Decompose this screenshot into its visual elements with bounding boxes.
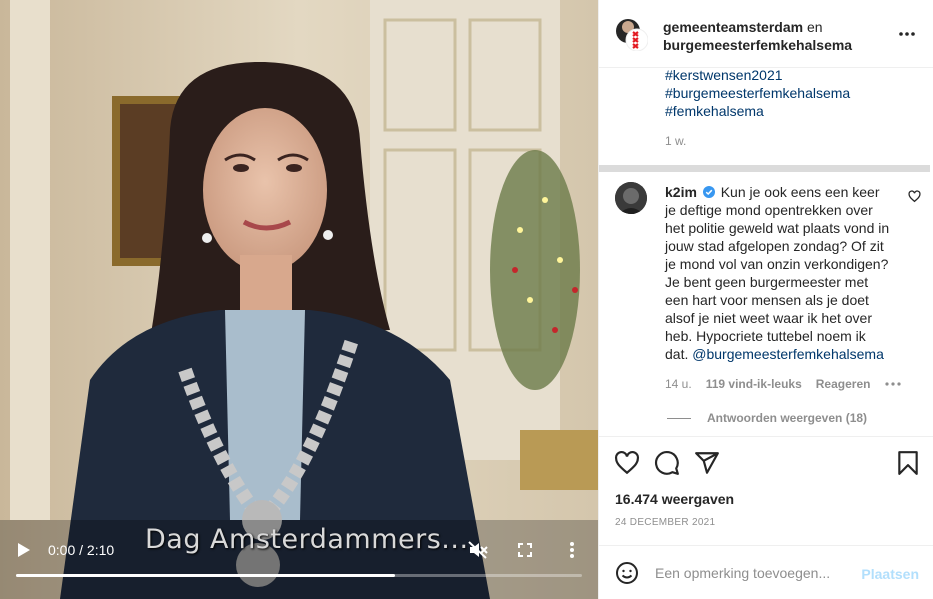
comment-body: k2im Kun je ook eens een keer je deftige… [665, 183, 891, 363]
play-button[interactable] [14, 539, 34, 561]
fullscreen-icon [518, 543, 532, 557]
video-options-button[interactable] [562, 539, 582, 561]
post-authors: gemeenteamsterdam en burgemeesterfemkeha… [663, 18, 852, 54]
more-options-icon[interactable] [897, 26, 917, 42]
mute-button[interactable] [466, 539, 490, 561]
video-progress-bar[interactable] [16, 574, 582, 577]
comment-mention[interactable]: @burgemeesterfemkehalsema [692, 346, 884, 362]
author-username-2[interactable]: burgemeesterfemkehalsema [663, 37, 852, 53]
comment-options-icon[interactable] [884, 380, 902, 388]
hashtag-link[interactable]: #burgemeesterfemkehalsema [665, 84, 850, 102]
comment-age: 14 u. [665, 377, 692, 391]
bookmark-icon[interactable] [895, 450, 921, 476]
verified-badge-icon [702, 186, 715, 198]
video-frame [0, 0, 598, 599]
caption-age: 1 w. [665, 134, 687, 148]
post-comment-button[interactable]: Plaatsen [861, 566, 919, 582]
play-icon [18, 543, 30, 557]
commenter-avatar[interactable] [615, 182, 647, 214]
comment-likes[interactable]: 119 vind-ik-leuks [706, 377, 802, 391]
view-replies-label: Antwoorden weergeven (18) [707, 411, 868, 425]
comment-bubble-icon[interactable] [654, 450, 680, 476]
comment-meta: 14 u. 119 vind-ik-leuks Reageren [665, 377, 902, 391]
replies-line [667, 417, 691, 419]
post-sidebar: gemeenteamsterdam en burgemeesterfemkeha… [598, 0, 933, 599]
heart-icon[interactable] [908, 190, 921, 203]
reply-button[interactable]: Reageren [816, 377, 871, 391]
vertical-dots-icon [570, 542, 574, 558]
author-joiner: en [803, 19, 823, 35]
post-header: gemeenteamsterdam en burgemeesterfemkeha… [599, 0, 933, 68]
action-divider [599, 436, 933, 437]
author-username-1[interactable]: gemeenteamsterdam [663, 19, 803, 35]
hashtag-link[interactable]: #kerstwensen2021 [665, 66, 850, 84]
video-player[interactable]: 0:00 / 2:10 Dag Amsterdammers... [0, 0, 598, 599]
comment-composer: Plaatsen [599, 545, 933, 599]
amsterdam-logo-avatar[interactable] [614, 17, 648, 51]
post-date: 24 DECEMBER 2021 [615, 517, 716, 528]
fullscreen-button[interactable] [515, 539, 535, 561]
post-viewer: 0:00 / 2:10 Dag Amsterdammers... gemeent… [0, 0, 933, 599]
caption-hashtags: #kerstwensen2021 #burgemeesterfemkehalse… [665, 66, 850, 120]
commenter-username[interactable]: k2im [665, 184, 697, 200]
share-send-icon[interactable] [694, 450, 720, 476]
video-controls: 0:00 / 2:10 Dag Amsterdammers... [0, 524, 598, 599]
comment-input[interactable] [655, 560, 845, 586]
emoji-icon[interactable] [615, 561, 639, 585]
video-time: 0:00 / 2:10 [48, 542, 115, 558]
comment-text: Kun je ook eens een keer je deftige mond… [665, 184, 890, 362]
view-replies-button[interactable]: Antwoorden weergeven (18) [667, 411, 867, 425]
video-subtitle: Dag Amsterdammers... [145, 524, 469, 555]
view-count[interactable]: 16.474 weergaven [615, 491, 734, 507]
muted-speaker-icon [468, 541, 488, 559]
section-divider [599, 165, 930, 172]
hashtag-link[interactable]: #femkehalsema [665, 102, 850, 120]
like-heart-icon[interactable] [614, 450, 640, 476]
video-progress-fill [16, 574, 396, 577]
